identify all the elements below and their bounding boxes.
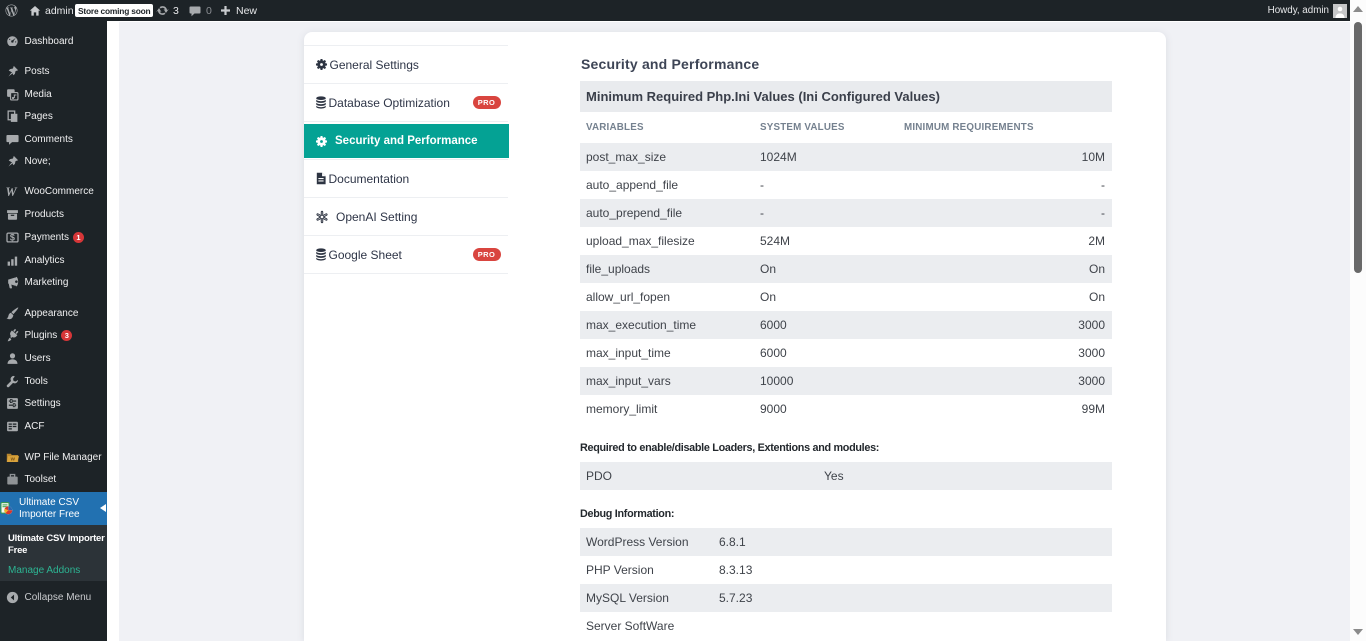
svg-text:$: $ [9,233,14,243]
svg-text:w: w [9,456,15,462]
svg-text:W: W [5,185,17,199]
